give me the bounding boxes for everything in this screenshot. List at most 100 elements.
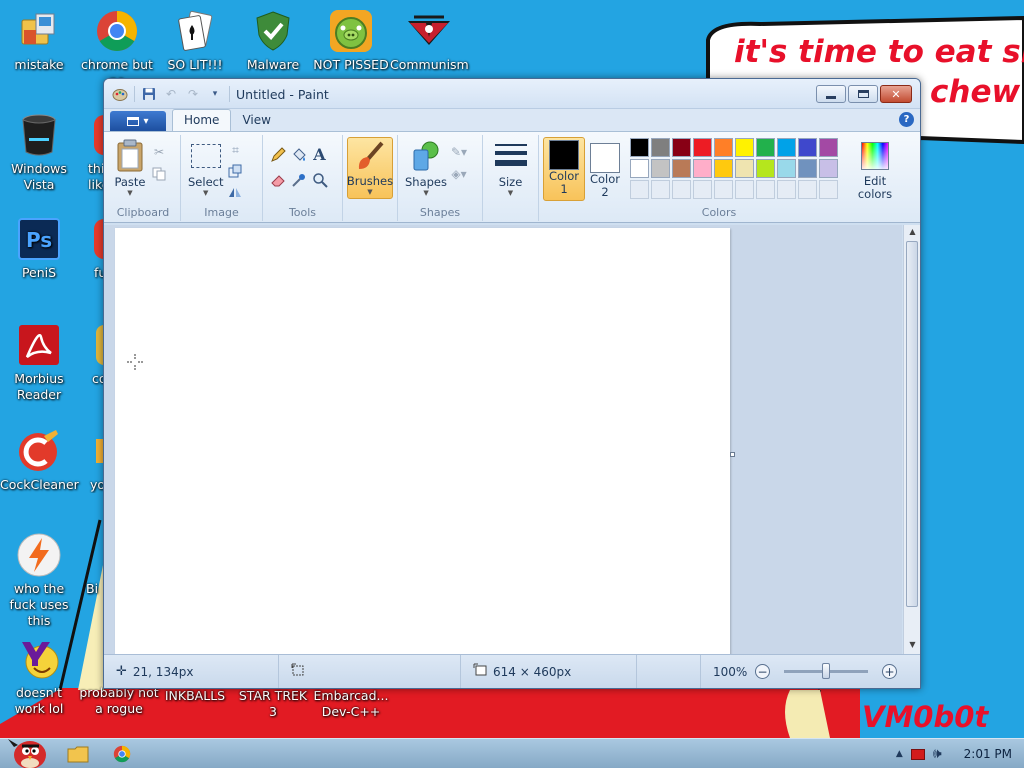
- minimize-button[interactable]: [816, 85, 846, 103]
- color1-button[interactable]: Color 1: [543, 137, 585, 201]
- custom-color-slot[interactable]: [777, 180, 796, 199]
- desktop-icon-star-trek[interactable]: STAR TREK 3: [234, 688, 312, 720]
- undo-icon[interactable]: ↶: [163, 86, 179, 102]
- title-bar[interactable]: ↶ ↷ ▾ Untitled - Paint ✕: [104, 79, 920, 109]
- custom-color-slot[interactable]: [651, 180, 670, 199]
- custom-color-slot[interactable]: [735, 180, 754, 199]
- custom-color-slot[interactable]: [798, 180, 817, 199]
- copy-icon[interactable]: [150, 165, 168, 183]
- scroll-down-icon[interactable]: ▼: [904, 640, 920, 654]
- color-swatch[interactable]: [798, 138, 817, 157]
- desktop-icon-bi[interactable]: Bi: [78, 532, 104, 597]
- color-picker-icon[interactable]: [288, 169, 309, 190]
- desktop-icon-windows-vista[interactable]: Windows Vista: [0, 112, 78, 193]
- color-swatch[interactable]: [819, 138, 838, 157]
- zoom-slider[interactable]: [784, 663, 868, 679]
- customize-qat-icon[interactable]: ▾: [207, 86, 223, 102]
- magnifier-icon[interactable]: [309, 169, 330, 190]
- color-swatch[interactable]: [672, 138, 691, 157]
- paint-app-icon[interactable]: [112, 86, 128, 102]
- help-icon[interactable]: ?: [899, 112, 914, 127]
- color-swatch[interactable]: [630, 138, 649, 157]
- desktop-icon-thi[interactable]: thi like: [78, 112, 104, 193]
- paint-menu-button[interactable]: ▾: [110, 111, 166, 131]
- brushes-button[interactable]: Brushes ▼: [347, 137, 393, 199]
- color-swatch[interactable]: [777, 138, 796, 157]
- custom-color-slot[interactable]: [714, 180, 733, 199]
- desktop-icon-mistake[interactable]: mistake: [0, 8, 78, 73]
- zoom-level: 100%: [713, 664, 748, 679]
- color-swatch[interactable]: [630, 159, 649, 178]
- desktop-icon-embarcadero[interactable]: Embarcad... Dev-C++: [310, 688, 392, 720]
- desktop-icon-communism[interactable]: Communism: [390, 8, 469, 73]
- resize-icon[interactable]: [226, 162, 244, 180]
- zoom-slider-thumb[interactable]: [822, 663, 830, 679]
- eraser-icon[interactable]: [267, 169, 288, 190]
- color-swatch[interactable]: [798, 159, 817, 178]
- tab-home[interactable]: Home: [172, 109, 232, 131]
- taskbar-explorer[interactable]: [56, 740, 100, 768]
- clock[interactable]: 2:01 PM: [964, 747, 1012, 761]
- volume-icon[interactable]: 🕪: [933, 746, 942, 762]
- outline-icon[interactable]: ✎▾: [450, 143, 468, 161]
- color-swatch[interactable]: [651, 159, 670, 178]
- desktop-icon-solitaire[interactable]: SO LIT!!!: [156, 8, 234, 73]
- start-button[interactable]: [0, 737, 56, 768]
- desktop-icon-penis[interactable]: Ps PeniS: [0, 216, 78, 281]
- custom-color-slot[interactable]: [756, 180, 775, 199]
- canvas-resize-handle-right[interactable]: [730, 452, 735, 457]
- tab-view[interactable]: View: [231, 110, 281, 131]
- color-swatch[interactable]: [819, 159, 838, 178]
- maximize-button[interactable]: [848, 85, 878, 103]
- desktop-icon-malware[interactable]: Malware: [234, 8, 312, 73]
- desktop-icon-morbius-reader[interactable]: Morbius Reader: [0, 322, 78, 403]
- zoom-in-button[interactable]: +: [882, 664, 897, 679]
- color-swatch[interactable]: [756, 138, 775, 157]
- angry-bird-icon: [8, 738, 46, 768]
- color-swatch[interactable]: [735, 159, 754, 178]
- color-swatch[interactable]: [714, 159, 733, 178]
- desktop-icon-fu[interactable]: fu: [78, 216, 104, 281]
- taskbar-chrome[interactable]: [100, 740, 144, 768]
- desktop-icon-notpissed[interactable]: NOT PISSED: [312, 8, 390, 73]
- rotate-icon[interactable]: [226, 183, 244, 201]
- desktop-icon-co[interactable]: co: [78, 322, 104, 387]
- custom-color-slot[interactable]: [630, 180, 649, 199]
- custom-color-slot[interactable]: [819, 180, 838, 199]
- custom-color-slot[interactable]: [693, 180, 712, 199]
- paint-window[interactable]: ↶ ↷ ▾ Untitled - Paint ✕ ▾ Home View ? P…: [103, 78, 921, 689]
- show-hidden-icons-icon[interactable]: ▲: [896, 749, 903, 759]
- desktop-icon-chrome[interactable]: chrome but no: [78, 8, 156, 89]
- scrollbar-thumb[interactable]: [906, 241, 918, 607]
- fill-bucket-icon[interactable]: [288, 144, 309, 165]
- vertical-scrollbar[interactable]: ▲ ▼: [903, 225, 920, 656]
- fill-icon[interactable]: ◈▾: [450, 165, 468, 183]
- scroll-up-icon[interactable]: ▲: [904, 227, 920, 241]
- close-button[interactable]: ✕: [880, 85, 912, 103]
- pencil-icon[interactable]: [267, 144, 288, 165]
- color-swatch[interactable]: [693, 138, 712, 157]
- canvas-workspace[interactable]: [104, 225, 902, 656]
- color-swatch[interactable]: [756, 159, 775, 178]
- drawing-canvas[interactable]: [115, 228, 730, 656]
- color-swatch[interactable]: [735, 138, 754, 157]
- zoom-out-button[interactable]: −: [755, 664, 770, 679]
- desktop-icon-inkballs[interactable]: INKBALLS: [156, 688, 234, 704]
- custom-color-slot[interactable]: [672, 180, 691, 199]
- color-swatch[interactable]: [672, 159, 691, 178]
- desktop-icon-who-uses-this[interactable]: who the fuck uses this: [0, 532, 78, 629]
- color-swatch[interactable]: [714, 138, 733, 157]
- color-swatch[interactable]: [651, 138, 670, 157]
- save-icon[interactable]: [141, 86, 157, 102]
- size-button[interactable]: Size ▼: [487, 137, 534, 199]
- desktop-icon-cockcleaner[interactable]: CockCleaner: [0, 428, 79, 493]
- cut-icon[interactable]: ✂: [150, 143, 168, 161]
- text-icon[interactable]: A: [309, 144, 330, 165]
- desktop-icon-doesnt-work[interactable]: doesn't work lol: [0, 636, 78, 717]
- color-swatch[interactable]: [693, 159, 712, 178]
- action-center-flag-icon[interactable]: [910, 748, 925, 760]
- crop-icon[interactable]: ⌗: [226, 141, 244, 159]
- color-swatch[interactable]: [777, 159, 796, 178]
- redo-icon[interactable]: ↷: [185, 86, 201, 102]
- desktop-icon-yo[interactable]: yo: [78, 428, 104, 493]
